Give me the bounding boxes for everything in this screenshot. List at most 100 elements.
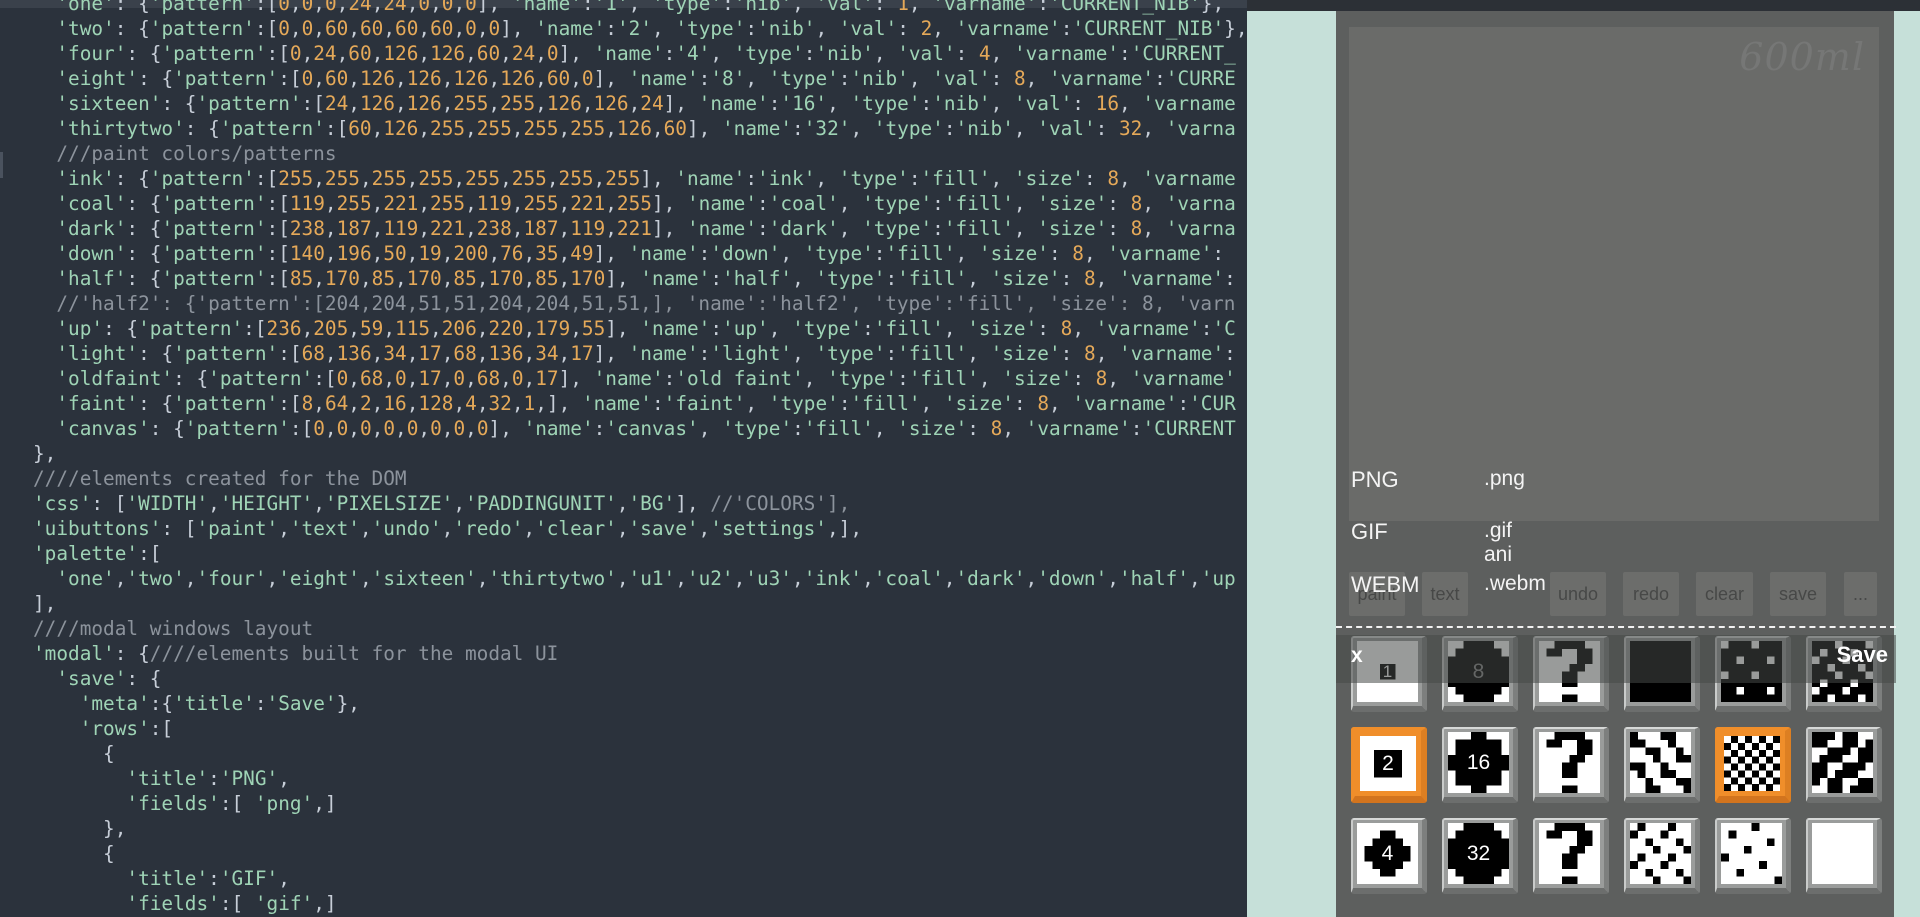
code-token: 236: [266, 317, 302, 340]
format-field[interactable]: .webm: [1484, 572, 1546, 596]
code-token: ,: [406, 0, 419, 15]
code-token: 170: [488, 267, 524, 290]
code-token: ,: [453, 17, 466, 40]
code-token: 60: [663, 117, 687, 140]
code-editor[interactable]: 'one': {'pattern':[0,0,0,24,24,0,0,0], '…: [0, 0, 1247, 917]
code-token: 0: [581, 67, 594, 90]
code-token: 'type': [850, 92, 921, 115]
pattern-pixel: [1857, 777, 1866, 786]
pattern-pixel: [1743, 845, 1752, 854]
code-token: 'pattern': [161, 217, 267, 240]
code-token: :: [1154, 67, 1166, 90]
code-token: ,: [1083, 242, 1108, 265]
code-token: 'canvas': [56, 417, 150, 440]
palette-swatch[interactable]: [1715, 818, 1791, 894]
pattern-pixel: [1728, 830, 1737, 839]
code-token: ,: [348, 67, 360, 90]
code-token: 119: [383, 217, 419, 240]
code-token: 'u3': [745, 567, 792, 590]
code-token: 0: [359, 417, 372, 440]
code-token: ,: [628, 0, 653, 15]
code-token: 126: [383, 42, 419, 65]
code-token: ,: [873, 42, 898, 65]
palette-swatch[interactable]: 4: [1351, 818, 1427, 894]
pattern-pixel: [1751, 823, 1760, 831]
palette-swatch[interactable]: 16: [1442, 727, 1518, 803]
code-token: 'dark': [768, 217, 839, 240]
code-token: 'undo': [371, 517, 442, 540]
code-token: '1': [593, 0, 629, 15]
palette-swatch[interactable]: [1715, 727, 1791, 803]
pattern-pixel: [1379, 830, 1388, 839]
code-token: ,: [967, 342, 991, 365]
code-token: ,: [990, 167, 1014, 190]
code-token: 'redo': [453, 517, 524, 540]
drawing-canvas[interactable]: 600ml: [1349, 27, 1879, 521]
palette-swatch[interactable]: [1806, 818, 1882, 894]
code-token: ,: [838, 217, 863, 240]
pattern-bitmap: [1812, 732, 1873, 793]
code-token: :: [943, 117, 956, 140]
format-field[interactable]: .png: [1484, 467, 1525, 491]
pattern-pixel: [1766, 756, 1774, 764]
pattern-pixel: [1652, 876, 1661, 884]
code-token: ,: [313, 392, 325, 415]
code-line: 'save': {: [33, 666, 161, 691]
code-token: 'C: [1212, 317, 1236, 340]
palette-swatch[interactable]: [1624, 727, 1700, 803]
code-token: ,: [476, 267, 489, 290]
modal-save-button[interactable]: Save: [1837, 642, 1888, 668]
code-token: ,: [441, 67, 454, 90]
code-token: ,: [978, 367, 1003, 390]
pattern-pixel: [1683, 777, 1691, 786]
code-token: ,: [990, 42, 1014, 65]
code-token: 49: [570, 242, 594, 265]
palette-swatch[interactable]: [1533, 727, 1609, 803]
palette-swatch[interactable]: 2: [1351, 727, 1427, 803]
code-token: ,: [441, 417, 454, 440]
pattern-pixel: [1637, 762, 1646, 771]
palette-swatch[interactable]: [1806, 727, 1882, 803]
pattern-pixel: [1668, 732, 1676, 740]
pattern-pixel: [1745, 763, 1753, 771]
code-token: 'rows': [79, 717, 150, 740]
modal-close-button[interactable]: x: [1351, 644, 1363, 668]
code-token: 255: [523, 192, 559, 215]
code-token: :[: [278, 392, 302, 415]
code-token: 'varname': [1107, 242, 1213, 265]
code-token: 32: [1119, 117, 1143, 140]
code-token: ],: [605, 267, 641, 290]
format-field[interactable]: .gif ani: [1484, 519, 1512, 567]
palette-swatch[interactable]: 32: [1442, 818, 1518, 894]
pattern-pixel: [1584, 830, 1593, 839]
code-token: 'one': [56, 0, 115, 15]
code-token: ,: [827, 92, 851, 115]
pattern-pixel: [1470, 777, 1479, 786]
code-token: ,: [383, 17, 396, 40]
code-token: ,: [336, 0, 349, 15]
code-token: ,: [558, 192, 571, 215]
pattern-pixel: [1463, 694, 1472, 702]
code-token: 'pattern': [149, 0, 255, 15]
code-token: ,: [371, 217, 384, 240]
code-line: {: [33, 841, 115, 866]
code-token: 'CURRENT: [1142, 417, 1236, 440]
palette-swatch[interactable]: [1624, 818, 1700, 894]
pattern-pixel: [1463, 823, 1472, 831]
code-token: :[: [243, 317, 267, 340]
code-token: 'sixteen': [56, 92, 162, 115]
code-token: ,: [453, 392, 466, 415]
code-line: 'rows':[: [33, 716, 173, 741]
palette-swatch[interactable]: [1533, 818, 1609, 894]
code-token: ],: [651, 217, 687, 240]
pattern-pixel: [1584, 747, 1593, 756]
code-token: :: [967, 417, 991, 440]
code-token: ,: [1189, 567, 1201, 590]
code-token: 238: [289, 217, 325, 240]
code-token: 0: [488, 17, 501, 40]
swatch-pattern: [1812, 732, 1873, 793]
pattern-bitmap: [1724, 736, 1780, 791]
code-token: ,: [558, 342, 571, 365]
